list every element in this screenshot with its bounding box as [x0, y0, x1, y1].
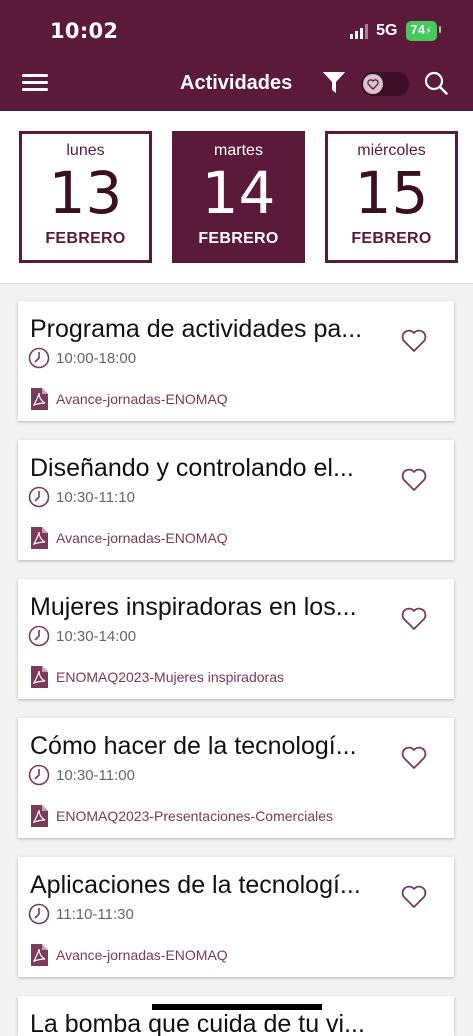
- favorite-heart-icon[interactable]: [401, 468, 427, 492]
- activity-time: 10:30-11:00: [56, 766, 135, 784]
- date-weekday: miércoles: [357, 142, 426, 159]
- activity-card[interactable]: La bomba que cuida de tu vi...: [18, 996, 454, 1036]
- activity-title: Programa de actividades pa...: [30, 315, 363, 343]
- page-title: Actividades: [180, 72, 293, 94]
- attachment-name: Avance-jornadas-ENOMAQ: [56, 947, 228, 963]
- date-monday[interactable]: lunes 13 FEBRERO: [19, 131, 152, 263]
- date-weekday: lunes: [66, 142, 105, 159]
- date-month: FEBRERO: [198, 230, 279, 247]
- date-wednesday[interactable]: miércoles 15 FEBRERO: [325, 131, 458, 263]
- date-month: FEBRERO: [351, 230, 432, 247]
- search-icon[interactable]: [424, 71, 448, 95]
- clock-icon: [28, 625, 50, 647]
- activity-card[interactable]: Cómo hacer de la tecnologí... 10:30-11:0…: [18, 718, 454, 838]
- hamburger-icon[interactable]: [22, 72, 48, 92]
- clock-icon: [28, 903, 50, 925]
- attachment-name: Avance-jornadas-ENOMAQ: [56, 391, 228, 407]
- activity-time-row: 10:30-14:00: [28, 625, 136, 647]
- activity-time: 11:10-11:30: [56, 905, 134, 923]
- favorite-heart-icon[interactable]: [401, 885, 427, 909]
- favorites-toggle[interactable]: [361, 72, 409, 96]
- battery-icon: 74⚡: [405, 21, 441, 41]
- network-type: 5G: [376, 22, 398, 39]
- favorite-heart-icon[interactable]: [401, 746, 427, 770]
- activity-title: Cómo hacer de la tecnologí...: [30, 732, 357, 760]
- activity-list: Programa de actividades pa... 10:00-18:0…: [18, 301, 454, 1036]
- attachment-name: Avance-jornadas-ENOMAQ: [56, 530, 228, 546]
- activity-title: La bomba que cuida de tu vi...: [30, 1010, 365, 1036]
- pdf-icon: [31, 805, 48, 827]
- date-day: 14: [201, 159, 276, 227]
- activity-time-row: 11:10-11:30: [28, 903, 134, 925]
- clock-icon: [28, 764, 50, 786]
- heart-icon: [363, 74, 383, 94]
- activity-attachment[interactable]: Avance-jornadas-ENOMAQ: [30, 944, 228, 966]
- date-selector: lunes 13 FEBRERO martes 14 FEBRERO miérc…: [0, 111, 473, 284]
- activity-time-row: 10:30-11:00: [28, 764, 135, 786]
- activity-time-row: 10:00-18:00: [28, 347, 136, 369]
- filter-icon[interactable]: [322, 70, 346, 96]
- status-indicators: 5G 74⚡: [350, 21, 441, 41]
- status-time: 10:02: [50, 19, 119, 43]
- app-header: 10:02 5G 74⚡ Actividades: [0, 0, 473, 111]
- activity-time: 10:30-14:00: [56, 627, 137, 645]
- activity-title: Diseñando y controlando el...: [30, 454, 354, 482]
- activity-attachment[interactable]: Avance-jornadas-ENOMAQ: [30, 527, 228, 549]
- activity-title: Aplicaciones de la tecnologí...: [30, 871, 361, 899]
- activity-time-row: 10:30-11:10: [28, 486, 135, 508]
- pdf-icon: [31, 388, 48, 410]
- favorite-heart-icon[interactable]: [401, 607, 427, 631]
- activity-attachment[interactable]: Avance-jornadas-ENOMAQ: [30, 388, 228, 410]
- activity-card[interactable]: Diseñando y controlando el... 10:30-11:1…: [18, 440, 454, 560]
- pdf-icon: [31, 944, 48, 966]
- pdf-icon: [31, 527, 48, 549]
- date-month: FEBRERO: [45, 230, 126, 247]
- date-weekday: martes: [214, 142, 263, 159]
- activity-card[interactable]: Aplicaciones de la tecnologí... 11:10-11…: [18, 857, 454, 977]
- clock-icon: [28, 486, 50, 508]
- attachment-name: ENOMAQ2023-Mujeres inspiradoras: [56, 669, 284, 685]
- favorite-heart-icon[interactable]: [401, 329, 427, 353]
- clock-icon: [28, 347, 50, 369]
- redaction-bar: [152, 1004, 322, 1010]
- date-day: 15: [354, 159, 429, 227]
- battery-level: 74: [410, 22, 425, 37]
- attachment-name: ENOMAQ2023-Presentaciones-Comerciales: [56, 808, 333, 824]
- activity-attachment[interactable]: ENOMAQ2023-Presentaciones-Comerciales: [30, 805, 333, 827]
- signal-icon: [350, 23, 369, 39]
- date-day: 13: [48, 159, 123, 227]
- date-tuesday[interactable]: martes 14 FEBRERO: [172, 131, 305, 263]
- activity-title: Mujeres inspiradoras en los...: [30, 593, 357, 621]
- activity-time: 10:30-11:10: [56, 488, 135, 506]
- activity-card[interactable]: Mujeres inspiradoras en los... 10:30-14:…: [18, 579, 454, 699]
- pdf-icon: [31, 666, 48, 688]
- activity-card[interactable]: Programa de actividades pa... 10:00-18:0…: [18, 301, 454, 421]
- activity-time: 10:00-18:00: [56, 349, 137, 367]
- activity-attachment[interactable]: ENOMAQ2023-Mujeres inspiradoras: [30, 666, 284, 688]
